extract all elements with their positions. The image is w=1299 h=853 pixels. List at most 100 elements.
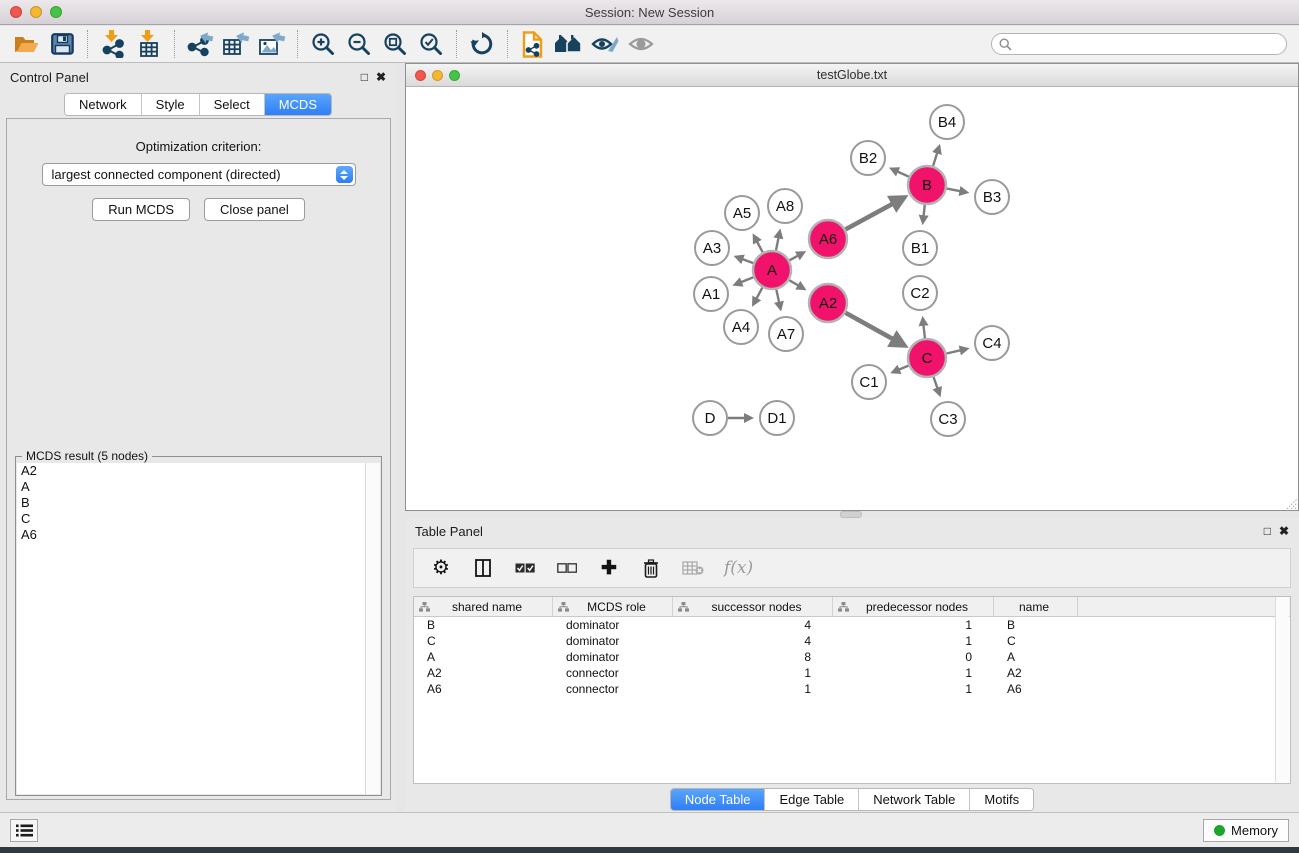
home-button[interactable] — [551, 28, 587, 60]
network-canvas[interactable]: B4B2BB3A8A5A6A3B1AA1C2A2A4A7C4CC1C3DD1 — [406, 87, 1298, 510]
search-icon — [999, 38, 1012, 51]
deselect-all-icon — [557, 563, 577, 573]
graph-edge-A2-C[interactable] — [846, 313, 895, 340]
deselect-all-button[interactable] — [556, 563, 578, 573]
export-table-icon — [222, 31, 250, 57]
zoom-fit-button[interactable] — [377, 28, 413, 60]
open-session-button[interactable] — [8, 28, 44, 60]
column-header-shared-name[interactable]: shared name — [414, 597, 553, 616]
toolbar-separator — [507, 30, 508, 58]
mcds-result-item[interactable]: A6 — [17, 527, 365, 543]
run-mcds-button[interactable]: Run MCDS — [92, 198, 190, 221]
delete-table-button-disabled — [682, 561, 704, 575]
export-network-button[interactable] — [182, 28, 218, 60]
close-panel-button[interactable]: Close panel — [204, 198, 305, 221]
graph-edge-A-A5[interactable] — [757, 241, 763, 253]
select-all-button[interactable] — [514, 563, 536, 573]
table-scrollbar[interactable] — [1275, 597, 1289, 782]
maximize-window-button[interactable] — [50, 6, 62, 18]
add-column-button[interactable]: ✚ — [598, 559, 620, 578]
mcds-result-item[interactable]: A — [17, 479, 365, 495]
tab-style[interactable]: Style — [142, 94, 200, 115]
toolbar-separator — [87, 30, 88, 58]
column-header-name[interactable]: name — [994, 597, 1078, 616]
show-hide-eye-button[interactable] — [623, 28, 659, 60]
graph-edge-B-B4[interactable] — [933, 152, 937, 166]
import-table-button[interactable] — [131, 28, 167, 60]
column-header-successor-nodes[interactable]: successor nodes — [673, 597, 833, 616]
graph-edge-B-B1[interactable] — [924, 205, 925, 217]
import-network-button[interactable] — [95, 28, 131, 60]
zoom-selected-button[interactable] — [413, 28, 449, 60]
table-settings-button[interactable]: ⚙ — [430, 558, 452, 578]
close-window-button[interactable] — [10, 6, 22, 18]
graph-edge-B-B3[interactable] — [947, 189, 961, 192]
memory-button[interactable]: Memory — [1203, 819, 1289, 842]
window-resize-grip[interactable] — [1284, 496, 1297, 509]
tab-motifs[interactable]: Motifs — [970, 789, 1033, 810]
result-list-scrollbar[interactable] — [365, 463, 380, 794]
search-input[interactable] — [1017, 35, 1286, 53]
export-table-button[interactable] — [218, 28, 254, 60]
graph-edge-A6-B[interactable] — [846, 203, 895, 230]
tab-select[interactable]: Select — [200, 94, 265, 115]
new-session-from-network-button[interactable] — [515, 28, 551, 60]
graph-edge-A-A8[interactable] — [776, 237, 779, 251]
graph-edge-A-A7[interactable] — [776, 290, 779, 304]
show-columns-button[interactable] — [472, 559, 494, 577]
graph-edge-A-A4[interactable] — [756, 288, 762, 300]
control-panel-title: Control Panel — [10, 70, 89, 85]
graph-edge-A-A3[interactable] — [742, 259, 754, 263]
column-header-MCDS-role[interactable]: MCDS role — [553, 597, 673, 616]
table-row[interactable]: Bdominator41B — [414, 617, 1290, 633]
graph-edge-A-A2[interactable] — [789, 280, 799, 286]
graph-edge-A-A1[interactable] — [740, 277, 753, 282]
zoom-out-button[interactable] — [341, 28, 377, 60]
tab-mcds[interactable]: MCDS — [265, 94, 331, 115]
graph-edge-B-B2[interactable] — [897, 171, 909, 177]
float-panel-icon[interactable]: □ — [361, 71, 368, 83]
task-history-button[interactable] — [10, 819, 38, 842]
search-field[interactable] — [991, 33, 1287, 55]
mcds-result-list[interactable]: A2ABCA6 — [17, 463, 365, 794]
graph-node-label: D — [705, 410, 716, 427]
tab-network-table[interactable]: Network Table — [859, 789, 970, 810]
graph-edge-A-A6[interactable] — [790, 255, 799, 260]
float-table-panel-icon[interactable]: □ — [1264, 525, 1271, 537]
mcds-result-item[interactable]: B — [17, 495, 365, 511]
close-panel-icon[interactable]: ✖ — [376, 71, 386, 83]
table-row[interactable]: Cdominator41C — [414, 633, 1290, 649]
save-session-button[interactable] — [44, 28, 80, 60]
column-header-predecessor-nodes[interactable]: predecessor nodes — [833, 597, 994, 616]
mcds-result-item[interactable]: C — [17, 511, 365, 527]
graph-node-label: A3 — [703, 240, 721, 257]
network-window-titlebar[interactable]: testGlobe.txt — [406, 64, 1298, 87]
network-close-button[interactable] — [415, 70, 426, 81]
graph-edge-C-C4[interactable] — [947, 350, 962, 353]
graph-edge-C-C3[interactable] — [934, 377, 938, 389]
minimize-window-button[interactable] — [30, 6, 42, 18]
column-header-label: name — [999, 600, 1077, 614]
column-header-label: MCDS role — [569, 600, 672, 614]
tab-node-table[interactable]: Node Table — [671, 789, 766, 810]
export-image-button[interactable] — [254, 28, 290, 60]
network-minimize-button[interactable] — [432, 70, 443, 81]
tab-edge-table[interactable]: Edge Table — [765, 789, 859, 810]
delete-column-button[interactable] — [640, 559, 662, 578]
refresh-button[interactable] — [464, 28, 500, 60]
zoom-in-button[interactable] — [305, 28, 341, 60]
graph-edge-C-C2[interactable] — [923, 324, 925, 338]
node-table: shared name MCDS rolesuccessor nodesprede… — [413, 596, 1291, 784]
column-header-label: shared name — [430, 600, 552, 614]
tab-network[interactable]: Network — [65, 94, 142, 115]
network-maximize-button[interactable] — [449, 70, 460, 81]
table-row[interactable]: A2connector11A2 — [414, 665, 1290, 681]
graph-edge-C-C1[interactable] — [898, 366, 909, 370]
close-table-panel-icon[interactable]: ✖ — [1279, 525, 1289, 537]
table-row[interactable]: Adominator80A — [414, 649, 1290, 665]
optimization-criterion-select[interactable]: largest connected component (directed) — [42, 163, 356, 186]
panel-split-handle[interactable] — [840, 511, 862, 518]
mcds-result-item[interactable]: A2 — [17, 463, 365, 479]
table-row[interactable]: A6connector11A6 — [414, 681, 1290, 697]
show-hide-appearance-button[interactable] — [587, 28, 623, 60]
